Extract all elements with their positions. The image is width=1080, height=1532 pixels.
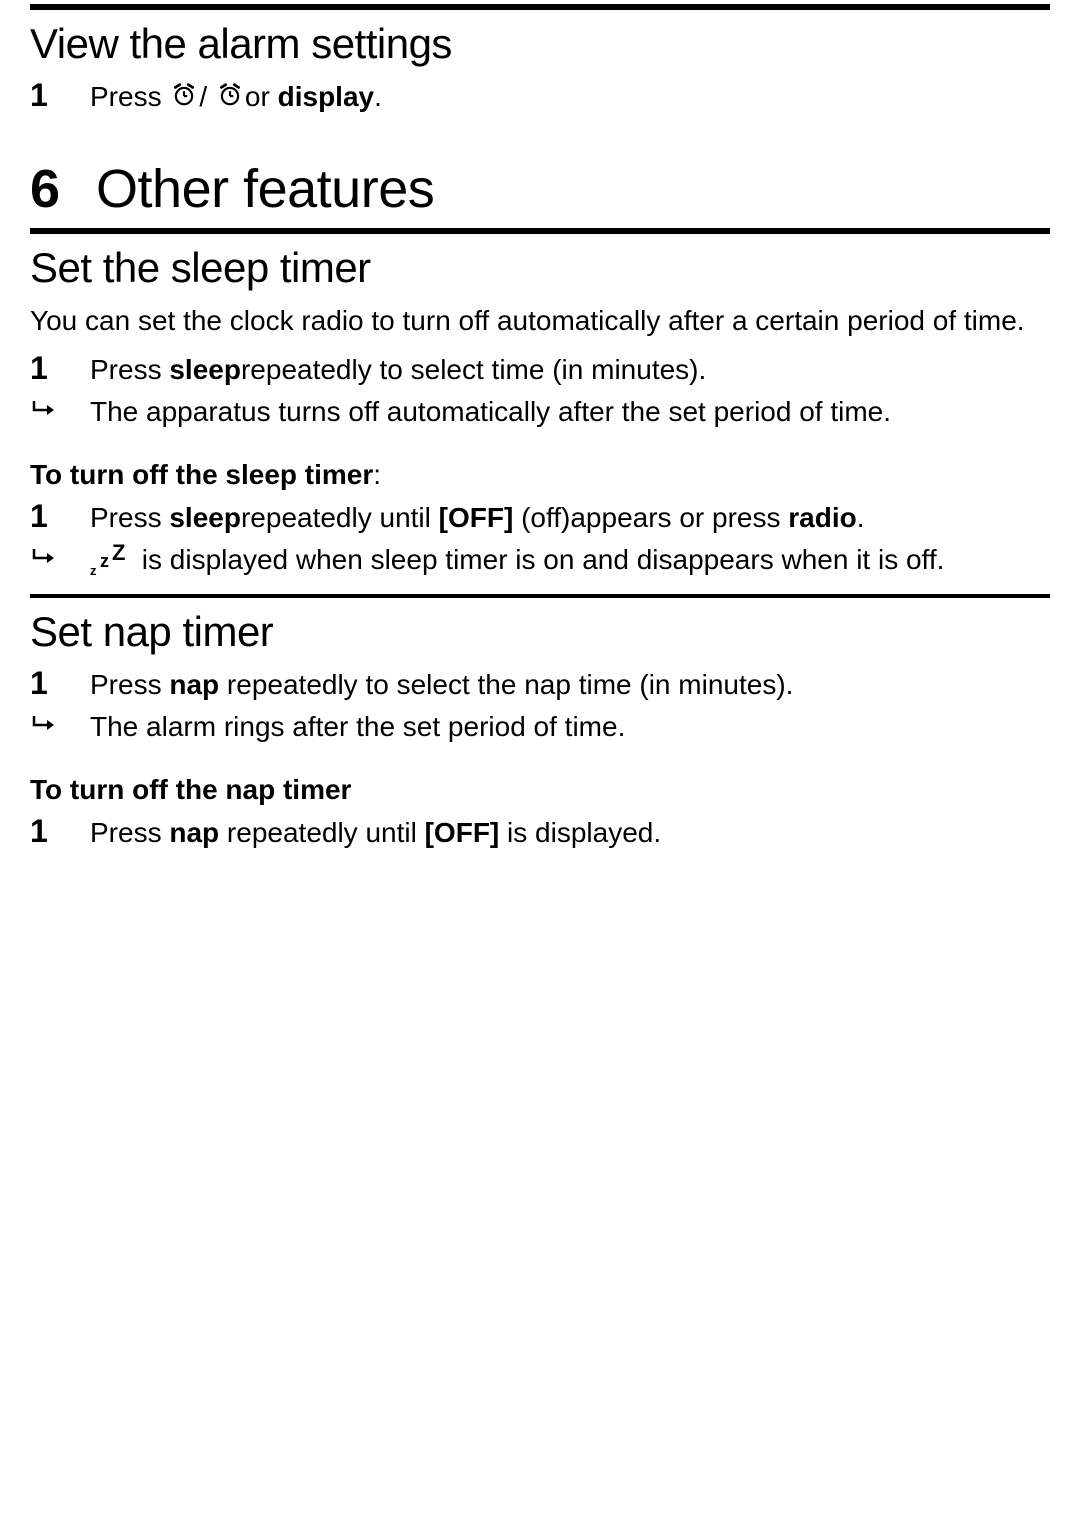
view-alarm-step-1: 1 Press / or display. [30, 76, 1050, 118]
step-text: Press nap repeatedly to select the nap t… [90, 664, 793, 704]
text: repeatedly until [241, 502, 439, 533]
result-arrow-icon [30, 393, 90, 425]
text: . [857, 502, 865, 533]
subheading-colon: : [373, 459, 381, 490]
step-number: 1 [30, 812, 90, 850]
step-number: 1 [30, 664, 90, 702]
nap-step-1: 1 Press nap repeatedly to select the nap… [30, 664, 1050, 704]
heading-nap-timer: Set nap timer [30, 608, 1050, 656]
sleep-off-result: z z Z is displayed when sleep timer is o… [30, 541, 1050, 579]
step-number: 1 [30, 497, 90, 535]
text-off: [OFF] [439, 502, 514, 533]
z2: z [100, 549, 109, 573]
step-number: 1 [30, 349, 90, 387]
text-slash: / [199, 81, 207, 112]
step-text: Press sleeprepeatedly until [OFF] (off)a… [90, 497, 865, 537]
text-or: or [245, 81, 278, 112]
text: repeatedly to select time (in minutes). [241, 354, 706, 385]
text-off: [OFF] [425, 817, 500, 848]
text-period: . [374, 81, 382, 112]
rule-chapter [30, 228, 1050, 234]
z1: z [90, 562, 97, 580]
sleep-result-1: The apparatus turns off automatically af… [30, 393, 1050, 431]
sleep-off-step-1: 1 Press sleeprepeatedly until [OFF] (off… [30, 497, 1050, 537]
heading-sleep-timer: Set the sleep timer [30, 244, 1050, 292]
subheading-turn-off-sleep: To turn off the sleep timer: [30, 459, 1050, 491]
sleep-intro: You can set the clock radio to turn off … [30, 302, 1050, 340]
heading-view-alarm: View the alarm settings [30, 20, 1050, 68]
text: is displayed. [499, 817, 661, 848]
result-text: The apparatus turns off automatically af… [90, 393, 891, 431]
rule-top [30, 4, 1050, 10]
text: is displayed when sleep timer is on and … [134, 544, 944, 575]
chapter-heading: 6 Other features [30, 158, 1050, 220]
subheading-turn-off-nap: To turn off the nap timer [30, 774, 1050, 806]
text-display: display [278, 81, 374, 112]
text: repeatedly until [219, 817, 424, 848]
step-text: Press sleeprepeatedly to select time (in… [90, 349, 706, 389]
text: repeatedly to select the nap time (in mi… [219, 669, 793, 700]
step-text: Press / or display. [90, 76, 382, 118]
text: Press [90, 669, 169, 700]
alarm-icon-2 [217, 80, 243, 118]
text: Press [90, 502, 169, 533]
text-nap: nap [169, 817, 219, 848]
text-sleep: sleep [169, 354, 241, 385]
result-text: z z Z is displayed when sleep timer is o… [90, 541, 944, 579]
text-radio: radio [788, 502, 856, 533]
text: Press [90, 817, 169, 848]
rule-nap [30, 594, 1050, 598]
nap-off-step-1: 1 Press nap repeatedly until [OFF] is di… [30, 812, 1050, 852]
subheading-text: To turn off the sleep timer [30, 459, 373, 490]
zzz-icon: z z Z [90, 547, 130, 575]
sleep-step-1: 1 Press sleeprepeatedly to select time (… [30, 349, 1050, 389]
chapter-title: Other features [96, 158, 434, 220]
nap-result-1: The alarm rings after the set period of … [30, 708, 1050, 746]
text: (off)appears or press [513, 502, 788, 533]
step-text: Press nap repeatedly until [OFF] is disp… [90, 812, 661, 852]
text-sleep: sleep [169, 502, 241, 533]
text: Press [90, 354, 169, 385]
chapter-number: 6 [30, 158, 60, 220]
result-text: The alarm rings after the set period of … [90, 708, 625, 746]
step-number: 1 [30, 76, 90, 114]
text-nap: nap [169, 669, 219, 700]
text-press: Press [90, 81, 162, 112]
result-arrow-icon [30, 708, 90, 740]
alarm-icon-1 [171, 80, 197, 118]
result-arrow-icon [30, 541, 90, 573]
z3: Z [112, 538, 125, 568]
